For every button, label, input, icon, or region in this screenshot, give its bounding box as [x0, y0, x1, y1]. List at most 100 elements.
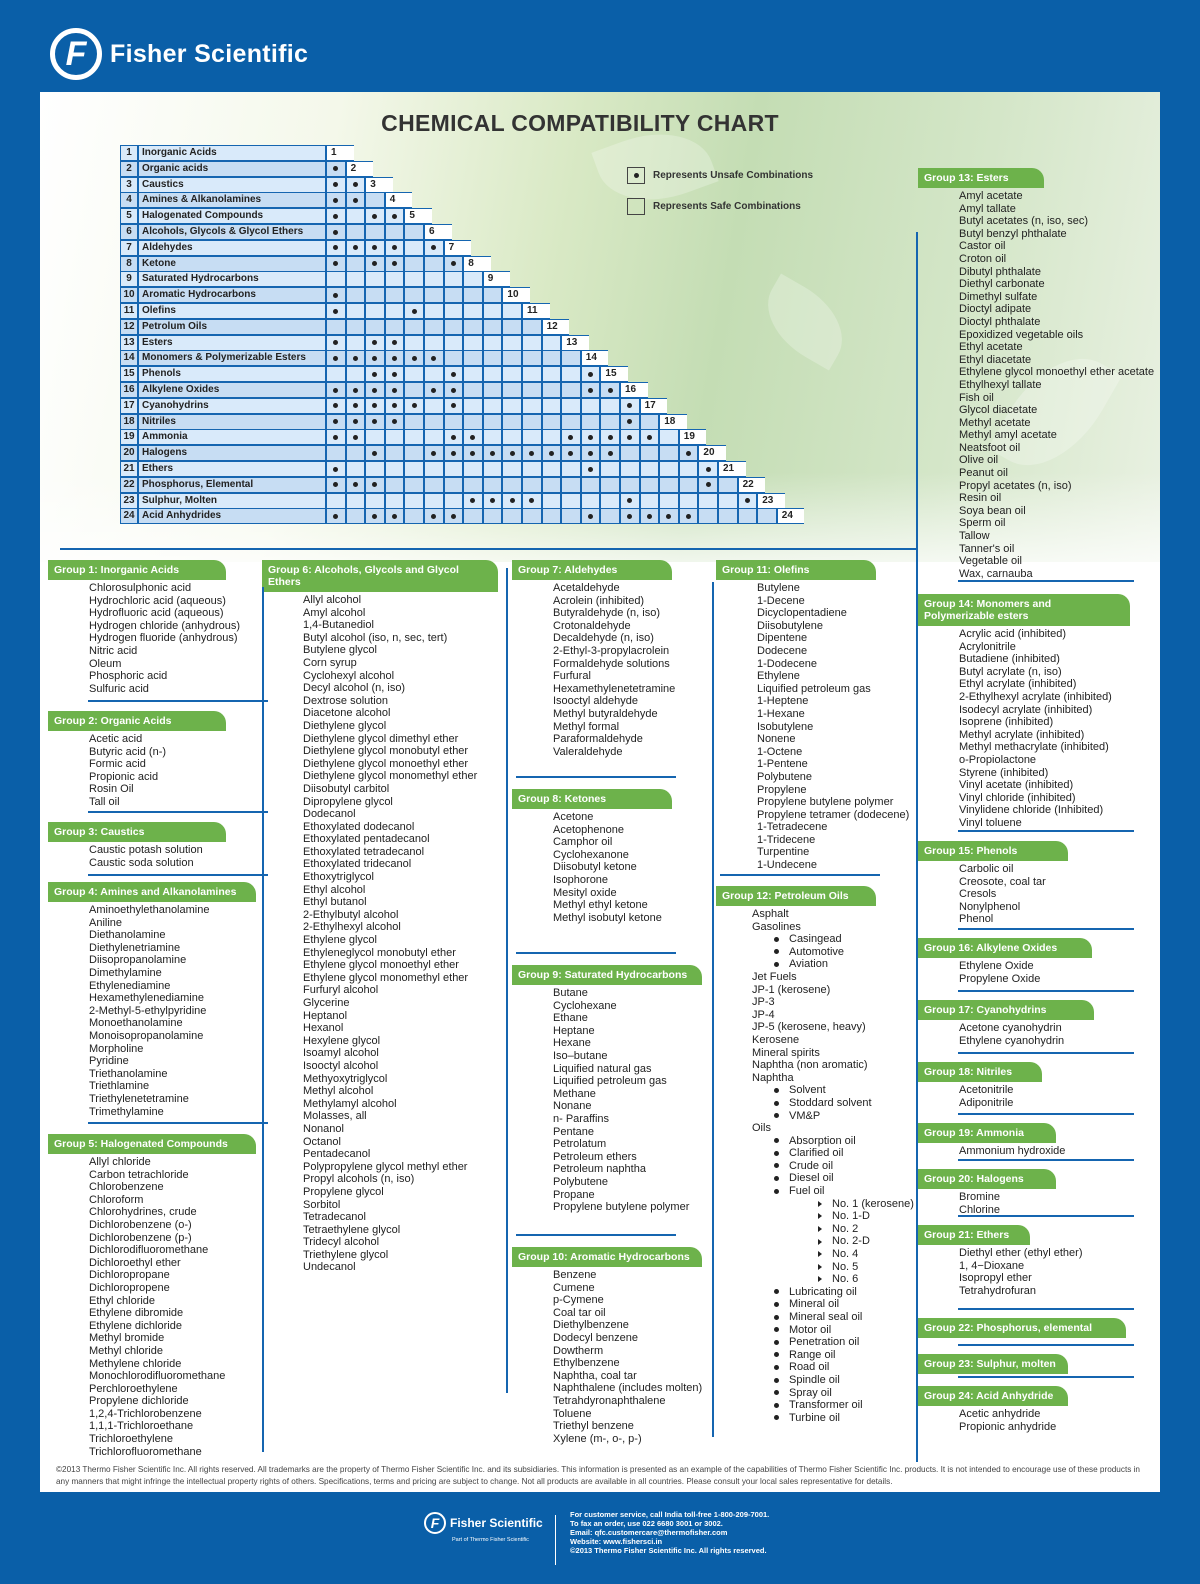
matrix-cell-unsafe [384, 413, 405, 430]
chemical-item: Butyl acetates (n, iso, sec) [959, 215, 1088, 228]
matrix-cell-safe [326, 445, 346, 462]
triangle-bullet-icon [818, 1251, 822, 1258]
matrix-cell-safe [522, 350, 542, 367]
matrix-cell-unsafe [424, 508, 444, 525]
unsafe-dot-icon [372, 245, 378, 251]
bullet-icon [774, 936, 779, 942]
matrix-row-label: Aldehydes [138, 239, 326, 256]
matrix-cell-unsafe [326, 508, 346, 525]
unsafe-dot-icon [607, 450, 613, 456]
chemical-item: Propyl acetates (n, iso) [959, 479, 1072, 492]
group-heading: Group 20: Halogens [918, 1169, 1056, 1189]
chemical-item: Dioctyl phthalate [959, 315, 1041, 328]
matrix-cell-safe [502, 303, 522, 319]
contact-line: Website: www.fishersci.in [570, 1537, 663, 1546]
chemical-item: Soya bean oil [959, 504, 1026, 517]
chemical-item: Butyl alcohol (iso, n, sec, tert) [303, 631, 448, 644]
matrix-cell-unsafe [620, 397, 640, 414]
matrix-cell-safe [404, 413, 424, 430]
chemical-item: Butylene [757, 582, 800, 594]
chemical-item: Ethane [553, 1012, 588, 1025]
matrix-cell-safe [404, 461, 424, 477]
chemical-item: Ethylhexyl tallate [959, 378, 1042, 391]
chemical-item: Lubricating oil [752, 1286, 914, 1299]
unsafe-dot-icon [333, 292, 339, 298]
matrix-cell-unsafe [365, 334, 385, 351]
group-22: Group 22: Phosphorus, elemental [918, 1318, 1126, 1338]
unsafe-dot-icon [646, 513, 652, 519]
unsafe-dot-icon [588, 371, 594, 377]
unsafe-dot-icon [333, 466, 339, 472]
bullet-icon [774, 1163, 779, 1169]
matrix-cell-unsafe [384, 382, 405, 398]
chemical-item: 1-Decene [757, 594, 805, 607]
unsafe-dot-icon [568, 434, 574, 440]
group-heading: Group 10: Aromatic Hydrocarbons [512, 1247, 702, 1267]
group-18: Group 18: Nitriles Acetonitrile Adiponitri… [918, 1062, 1042, 1109]
unsafe-dot-icon [372, 213, 378, 219]
matrix-cell-unsafe [345, 192, 366, 209]
unsafe-dot-icon [333, 482, 339, 488]
chemical-item: 1-Hexane [757, 707, 805, 720]
unsafe-dot-icon [392, 371, 398, 377]
matrix-row-label: Alkylene Oxides [138, 382, 326, 398]
matrix-cell-safe [541, 334, 562, 351]
group-divider [88, 874, 268, 876]
matrix-cell-safe [345, 287, 366, 304]
matrix-cell-safe [522, 397, 542, 414]
chemical-item: Ethyl acrylate (inhibited) [959, 678, 1077, 691]
group-divider [88, 811, 268, 813]
matrix-diagonal-label: 22 [737, 476, 766, 493]
unsafe-dot-icon [352, 419, 358, 425]
matrix-cell-safe [659, 492, 679, 509]
chemical-item: 1-Heptene [757, 695, 809, 708]
matrix-diagonal-label: 11 [522, 303, 550, 319]
chemical-item: Resin oil [959, 492, 1002, 505]
chemical-item: Chloroform [89, 1193, 144, 1206]
chemical-item: Ethyleneglycol monobutyl ether [303, 946, 456, 959]
chemical-item: Hydrogen chloride (anhydrous) [89, 619, 241, 632]
chemical-item: Phenol [959, 913, 994, 926]
matrix-cell-safe [620, 445, 640, 462]
unsafe-dot-icon [333, 245, 339, 251]
matrix-row-number: 18 [120, 413, 138, 430]
matrix-cell-unsafe [345, 413, 366, 430]
group-11: Group 11: Olefins Butylene 1-Decene Dicyclo… [716, 560, 909, 872]
column-divider [916, 232, 918, 1462]
chemical-item: Dichlorodifluoromethane [89, 1244, 209, 1257]
matrix-cell-safe [443, 318, 464, 335]
chemical-item: Dextrose solution [303, 694, 388, 707]
bullet-icon [774, 1314, 779, 1320]
group-23: Group 23: Sulphur, molten [918, 1354, 1068, 1374]
chemical-item: Methyoxytriglycol [303, 1072, 388, 1085]
matrix-row-number: 23 [120, 492, 138, 509]
chemical-item: Coal tar oil [553, 1306, 606, 1319]
unsafe-dot-icon [627, 167, 645, 184]
chemical-item: Diisobutyl ketone [553, 861, 637, 874]
chemical-item: Ethoxytriglycol [303, 871, 374, 884]
matrix-cell-unsafe [620, 413, 640, 430]
group-heading: Group 1: Inorganic Acids [48, 560, 226, 580]
unsafe-dot-icon [431, 245, 437, 251]
chemical-item: Acetonitrile [959, 1084, 1014, 1096]
matrix-cell-unsafe [580, 508, 601, 525]
chemical-item: Acrylonitrile [959, 640, 1016, 653]
matrix-cell-safe [404, 239, 424, 256]
chemical-item: Ethyl butanol [303, 896, 367, 909]
chemical-item: Propylene tetramer (dodecene) [757, 808, 910, 821]
group-20: Group 20: Halogens Bromine Chlorine [918, 1169, 1056, 1216]
matrix-row-number: 1 [120, 145, 138, 161]
matrix-cell-safe [522, 318, 542, 335]
chemical-item: Corn syrup [303, 656, 357, 669]
unsafe-dot-icon [431, 355, 437, 361]
matrix-cell-safe [718, 476, 738, 493]
chemical-item: Isodecyl acrylate (inhibited) [959, 703, 1093, 716]
chemical-item: Isophorone [553, 873, 609, 886]
matrix-cell-unsafe [384, 239, 405, 256]
column-divider [712, 582, 714, 1437]
chemical-item: Asphalt [752, 908, 789, 920]
chemical-item: Propylene butylene polymer [757, 796, 894, 809]
chemical-item: Acetaldehyde [553, 582, 620, 594]
matrix-cell-safe [502, 476, 522, 493]
matrix-cell-safe [600, 476, 620, 493]
